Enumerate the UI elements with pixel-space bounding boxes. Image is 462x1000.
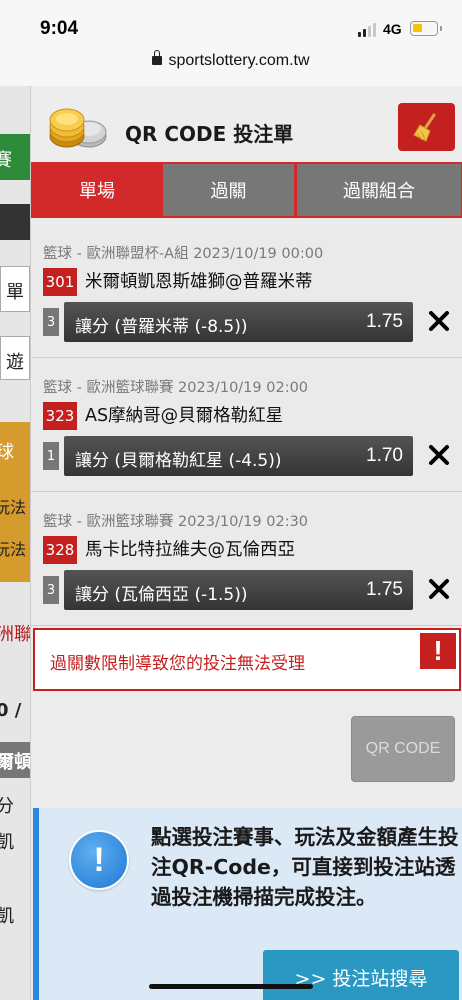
bet-meta: 籃球 - 歐洲籃球聯賽 2023/10/19 02:30: [43, 514, 309, 530]
bet-meta: 籃球 - 歐洲籃球聯賽 2023/10/19 02:00: [43, 380, 309, 396]
bg-fragment: 洲聯: [0, 624, 30, 645]
qr-code-button[interactable]: QR CODE: [351, 716, 455, 782]
bg-dark-block: [0, 204, 30, 240]
bg-fragment: 玩法: [0, 540, 27, 559]
tab-parlay[interactable]: 過關: [163, 164, 294, 216]
lock-icon: [152, 50, 163, 65]
match-number-badge: 301: [43, 268, 77, 296]
bet-meta: 籃球 - 歐洲聯盟杯-A組 2023/10/19 00:00: [43, 246, 324, 262]
error-alert: 過關數限制導致您的投注無法受理 !: [33, 628, 461, 691]
clock: 9:04: [40, 18, 79, 39]
remove-bet-icon[interactable]: [427, 443, 451, 467]
bg-fragment: 凱: [0, 906, 14, 927]
coins-icon: [49, 108, 107, 148]
qr-betslip-modal: QR CODE 投注單 單場 過關 過關組合 籃球 - 歐洲聯盟杯-A組 202…: [30, 86, 462, 1000]
modal-title: QR CODE 投注單: [125, 122, 294, 146]
status-bar: 9:04 4G: [0, 0, 462, 44]
bg-fragment: 玩法: [0, 498, 27, 517]
bet-card: 籃球 - 歐洲籃球聯賽 2023/10/19 02:30 328 馬卡比特拉維夫…: [31, 492, 462, 626]
url-text: sportslottery.com.tw: [168, 52, 310, 69]
bet-selection-bar[interactable]: 讓分 (普羅米蒂 (-8.5)) 1.75: [64, 302, 413, 342]
background-page: 賽 單 遊 球 玩法 玩法 洲聯 0 / 爾頓 分 凱 凱: [0, 86, 30, 1000]
bet-card: 籃球 - 歐洲聯盟杯-A組 2023/10/19 00:00 301 米爾頓凱恩…: [31, 224, 462, 358]
broom-icon: [413, 113, 436, 142]
bg-fragment: 球: [0, 442, 14, 463]
selection-number: 3: [43, 576, 59, 604]
url-display[interactable]: sportslottery.com.tw: [152, 50, 310, 70]
clear-betslip-button[interactable]: [398, 103, 455, 151]
info-text: 點選投注賽事、玩法及金額產生投注QR-Code，可直接到投注站透過投注機掃描完成…: [151, 825, 459, 909]
bet-selection: 讓分 (貝爾格勒紅星 (-4.5)): [75, 451, 282, 471]
bet-card: 籃球 - 歐洲籃球聯賽 2023/10/19 02:00 323 AS摩納哥@貝…: [31, 358, 462, 492]
bg-fragment: 單: [6, 282, 24, 303]
bg-fragment: 賽: [0, 150, 12, 171]
match-name: AS摩納哥@貝爾格勒紅星: [85, 406, 284, 426]
tab-single[interactable]: 單場: [33, 164, 161, 216]
error-message: 過關數限制導致您的投注無法受理: [50, 654, 305, 674]
bet-selection-bar[interactable]: 讓分 (瓦倫西亞 (-1.5)) 1.75: [64, 570, 413, 610]
bet-odds: 1.75: [366, 311, 403, 332]
signal-icon: [358, 23, 378, 37]
match-name: 米爾頓凱恩斯雄獅@普羅米蒂: [85, 272, 313, 292]
exclamation-icon: !: [420, 633, 456, 669]
bg-fragment: 爾頓: [0, 752, 30, 773]
bg-fragment: 遊: [6, 352, 24, 373]
address-bar[interactable]: sportslottery.com.tw: [0, 44, 462, 86]
modal-header: QR CODE 投注單: [31, 86, 462, 158]
bet-selection: 讓分 (普羅米蒂 (-8.5)): [75, 317, 248, 337]
bg-fragment: 分: [0, 796, 14, 817]
network-type: 4G: [383, 21, 402, 37]
remove-bet-icon[interactable]: [427, 577, 451, 601]
info-panel: ! 點選投注賽事、玩法及金額產生投注QR-Code，可直接到投注站透過投注機掃描…: [33, 808, 462, 1000]
match-name: 馬卡比特拉維夫@瓦倫西亞: [85, 540, 295, 560]
betting-station-search-button[interactable]: >> 投注站搜尋: [263, 950, 459, 1000]
bet-odds: 1.70: [366, 445, 403, 466]
bg-fragment: 0 /: [0, 700, 22, 721]
bet-odds: 1.75: [366, 579, 403, 600]
selection-number: 3: [43, 308, 59, 336]
bet-selection: 讓分 (瓦倫西亞 (-1.5)): [75, 585, 248, 605]
bg-fragment: 凱: [0, 832, 14, 853]
selection-number: 1: [43, 442, 59, 470]
remove-bet-icon[interactable]: [427, 309, 451, 333]
match-number-badge: 328: [43, 536, 77, 564]
bet-type-tabs: 單場 過關 過關組合: [31, 162, 462, 218]
home-indicator[interactable]: [149, 984, 313, 989]
info-exclamation-icon: !: [69, 830, 129, 890]
match-number-badge: 323: [43, 402, 77, 430]
tab-parlay-combo[interactable]: 過關組合: [297, 164, 461, 216]
battery-icon: [410, 21, 442, 36]
bet-selection-bar[interactable]: 讓分 (貝爾格勒紅星 (-4.5)) 1.70: [64, 436, 413, 476]
